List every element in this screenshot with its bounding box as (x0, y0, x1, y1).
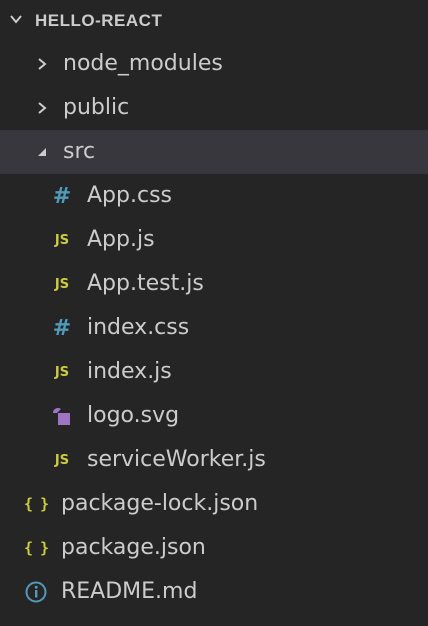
item-label: index.js (87, 359, 172, 384)
file-explorer: HELLO-REACT node_modulespublic src # App.cs… (0, 0, 428, 626)
item-label: index.css (87, 315, 190, 340)
folder-row-src[interactable]: src (0, 130, 428, 174)
file-row-app-js[interactable]: JS App.js (0, 218, 428, 262)
item-label: README.md (61, 579, 198, 604)
explorer-section-header[interactable]: HELLO-REACT (0, 0, 428, 42)
svg-file-icon (51, 405, 73, 427)
triangle-expanded-icon (35, 145, 49, 159)
item-label: node_modules (63, 51, 223, 76)
file-row-index-js[interactable]: JS index.js (0, 350, 428, 394)
item-label: package.json (61, 535, 206, 560)
js-file-icon: JS (54, 452, 70, 468)
folder-row-public[interactable]: public (0, 86, 428, 130)
item-label: App.js (87, 227, 155, 252)
css-file-icon: # (52, 315, 72, 341)
folder-row-node-modules[interactable]: node_modules (0, 42, 428, 86)
info-icon (25, 581, 47, 603)
file-row-serviceworker-js[interactable]: JS serviceWorker.js (0, 438, 428, 482)
json-file-icon: { } (23, 539, 49, 557)
js-file-icon: JS (54, 364, 70, 380)
chevron-right-icon (35, 57, 49, 71)
item-label: serviceWorker.js (87, 447, 266, 472)
json-file-icon: { } (23, 495, 49, 513)
css-file-icon: # (52, 183, 72, 209)
file-row-package-json[interactable]: { } package.json (0, 526, 428, 570)
file-row-app-css[interactable]: # App.css (0, 174, 428, 218)
item-label: App.test.js (87, 271, 204, 296)
file-row-index-css[interactable]: # index.css (0, 306, 428, 350)
item-label: App.css (87, 183, 172, 208)
file-row-package-lock-json[interactable]: { } package-lock.json (0, 482, 428, 526)
item-label: logo.svg (87, 403, 180, 428)
section-title: HELLO-REACT (35, 11, 163, 30)
file-row-readme-md[interactable]: README.md (0, 570, 428, 614)
chevron-down-icon (9, 11, 23, 31)
file-tree: node_modulespublic src # App.css JS App.js JS A… (0, 42, 428, 614)
item-label: package-lock.json (61, 491, 259, 516)
chevron-right-icon (35, 101, 49, 115)
file-row-logo-svg[interactable]: logo.svg (0, 394, 428, 438)
file-row-app-test-js[interactable]: JS App.test.js (0, 262, 428, 306)
js-file-icon: JS (54, 232, 70, 248)
item-label: public (63, 95, 130, 120)
js-file-icon: JS (54, 276, 70, 292)
item-label: src (63, 139, 96, 164)
